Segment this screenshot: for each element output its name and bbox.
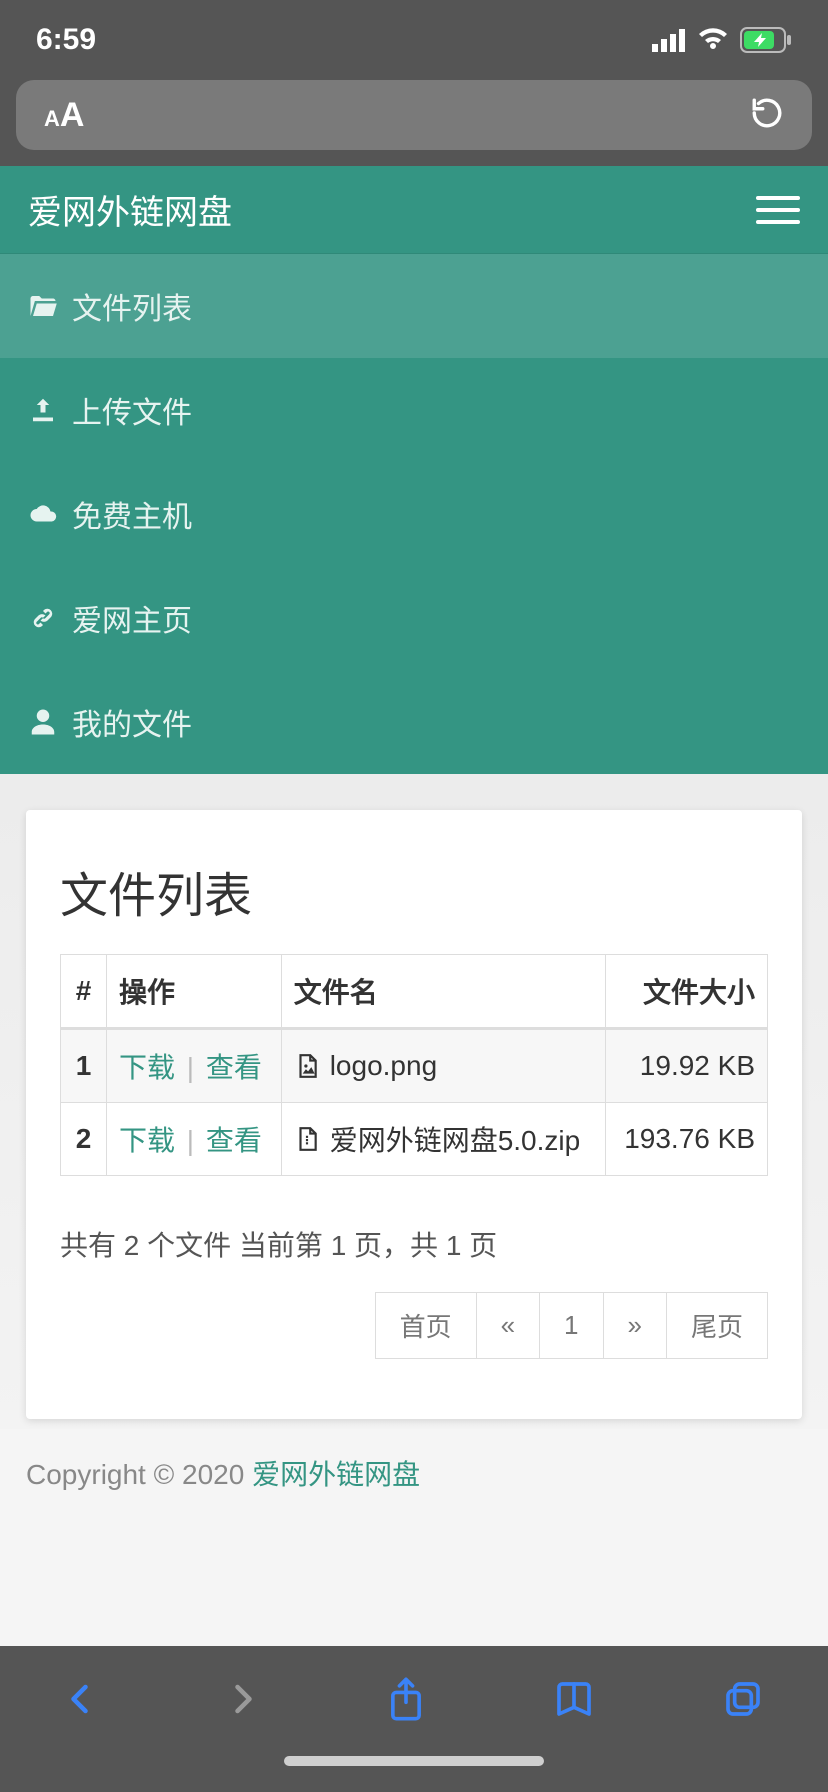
status-bar: 6:59 <box>0 0 828 80</box>
upload-icon <box>28 395 58 425</box>
nav-item-label: 我的文件 <box>72 700 192 744</box>
separator: | <box>187 1052 194 1083</box>
file-table: # 操作 文件名 文件大小 1 下载 | 查看 <box>60 954 768 1176</box>
cloud-icon <box>28 499 58 529</box>
pager-next[interactable]: » <box>603 1292 667 1359</box>
pager-last[interactable]: 尾页 <box>666 1292 768 1359</box>
reload-icon[interactable] <box>750 96 784 135</box>
nav-item-free-host[interactable]: 免费主机 <box>0 462 828 566</box>
row-index: 1 <box>61 1029 107 1103</box>
status-icons <box>652 27 792 53</box>
text-size-icon[interactable]: AA <box>44 96 84 135</box>
download-link[interactable]: 下载 <box>119 1125 175 1156</box>
nav-item-label: 上传文件 <box>72 388 192 432</box>
browser-toolbar <box>0 1646 828 1792</box>
bookmarks-icon[interactable] <box>552 1679 596 1724</box>
separator: | <box>187 1125 194 1156</box>
table-row: 2 下载 | 查看 爱网外链网盘5.0.zip 193.76 KB <box>61 1103 768 1176</box>
pagination: 首页 « 1 » 尾页 <box>60 1292 768 1359</box>
row-index: 2 <box>61 1103 107 1176</box>
view-link[interactable]: 查看 <box>206 1125 262 1156</box>
nav-item-my-files[interactable]: 我的文件 <box>0 670 828 774</box>
file-list-card: 文件列表 # 操作 文件名 文件大小 1 下载 | 查看 <box>26 810 802 1419</box>
row-filename: logo.png <box>281 1029 605 1103</box>
nav-item-label: 爱网主页 <box>72 596 192 640</box>
back-icon[interactable] <box>63 1679 99 1724</box>
home-indicator[interactable] <box>0 1756 828 1792</box>
page-title: 文件列表 <box>60 856 768 926</box>
nav-list: 文件列表 上传文件 免费主机 爱网主页 我的文件 <box>0 254 828 774</box>
pager-first[interactable]: 首页 <box>375 1292 477 1359</box>
row-actions: 下载 | 查看 <box>107 1029 282 1103</box>
app-header: 爱网外链网盘 <box>0 166 828 254</box>
footer: Copyright © 2020 爱网外链网盘 <box>0 1429 828 1493</box>
copyright-text: Copyright © 2020 <box>26 1459 252 1490</box>
nav-item-label: 文件列表 <box>72 284 192 328</box>
cellular-icon <box>652 28 686 52</box>
download-link[interactable]: 下载 <box>119 1052 175 1083</box>
row-size: 19.92 KB <box>605 1029 767 1103</box>
link-icon <box>28 603 58 633</box>
summary-text: 共有 2 个文件 当前第 1 页，共 1 页 <box>60 1224 768 1264</box>
row-actions: 下载 | 查看 <box>107 1103 282 1176</box>
row-size: 193.76 KB <box>605 1103 767 1176</box>
pager-prev[interactable]: « <box>476 1292 540 1359</box>
archive-file-icon <box>294 1126 320 1152</box>
footer-link[interactable]: 爱网外链网盘 <box>252 1459 420 1490</box>
row-filename: 爱网外链网盘5.0.zip <box>281 1103 605 1176</box>
col-name: 文件名 <box>281 955 605 1029</box>
nav-item-upload[interactable]: 上传文件 <box>0 358 828 462</box>
view-link[interactable]: 查看 <box>206 1052 262 1083</box>
share-icon[interactable] <box>386 1676 426 1727</box>
app-title: 爱网外链网盘 <box>28 185 232 234</box>
tabs-icon[interactable] <box>721 1679 765 1724</box>
address-bar-container: AA <box>0 80 828 166</box>
nav-item-home[interactable]: 爱网主页 <box>0 566 828 670</box>
wifi-icon <box>696 28 730 52</box>
col-action: 操作 <box>107 955 282 1029</box>
user-icon <box>28 707 58 737</box>
forward-icon[interactable] <box>224 1679 260 1724</box>
address-bar[interactable]: AA <box>16 80 812 150</box>
col-size: 文件大小 <box>605 955 767 1029</box>
folder-open-icon <box>28 291 58 321</box>
nav-item-label: 免费主机 <box>72 492 192 536</box>
battery-icon <box>740 27 792 53</box>
col-index: # <box>61 955 107 1029</box>
status-time: 6:59 <box>36 23 96 57</box>
table-row: 1 下载 | 查看 logo.png 19.92 KB <box>61 1029 768 1103</box>
nav-item-file-list[interactable]: 文件列表 <box>0 254 828 358</box>
menu-icon[interactable] <box>756 196 800 224</box>
image-file-icon <box>294 1053 320 1079</box>
pager-current[interactable]: 1 <box>539 1292 603 1359</box>
content-area: 文件列表 # 操作 文件名 文件大小 1 下载 | 查看 <box>0 774 828 1429</box>
